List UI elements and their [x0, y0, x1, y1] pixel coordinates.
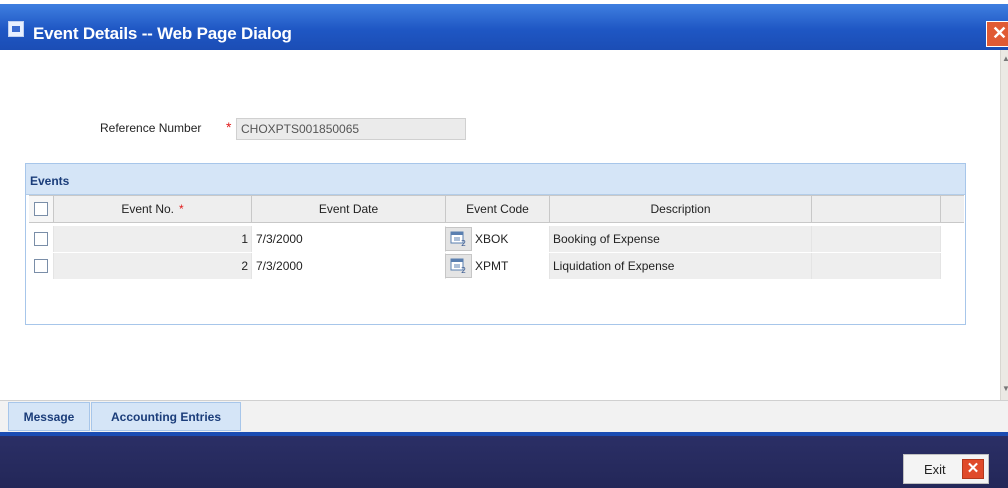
select-all-checkbox[interactable]	[34, 202, 48, 216]
column-header-event-date[interactable]: Event Date	[252, 196, 446, 222]
event-date-cell[interactable]: 7/3/2000	[252, 253, 446, 279]
event-code-cell: XPMT	[472, 253, 550, 279]
table-row[interactable]: 2 7/3/2000 2 XPMT Liquidation of Expense	[29, 253, 964, 279]
select-all-cell	[29, 196, 54, 222]
column-header-event-code[interactable]: Event Code	[446, 196, 550, 222]
required-indicator: *	[179, 202, 184, 216]
calendar-icon: 2	[450, 258, 466, 274]
title-bar: Event Details -- Web Page Dialog ✕	[0, 0, 1008, 50]
event-code-cell: XBOK	[472, 226, 550, 252]
reference-number-field[interactable]	[236, 118, 466, 140]
window-title: Event Details -- Web Page Dialog	[33, 24, 292, 43]
column-header-blank	[812, 196, 941, 222]
footer-bar: Exit ✕	[0, 436, 1008, 488]
window-app-icon	[8, 21, 24, 37]
blank-cell	[812, 253, 941, 279]
description-cell: Booking of Expense	[550, 226, 812, 252]
svg-text:2: 2	[461, 239, 466, 247]
calendar-button[interactable]: 2	[445, 254, 472, 278]
event-code-header-label: Event Code	[466, 202, 529, 216]
event-date-header-label: Event Date	[318, 202, 379, 216]
row-select-cell	[29, 253, 54, 279]
tab-message[interactable]: Message	[8, 402, 90, 431]
vertical-scrollbar[interactable]: ▲ ▼	[1000, 50, 1008, 400]
scroll-down-arrow-icon[interactable]: ▼	[1002, 384, 1008, 394]
events-header: Events	[26, 164, 965, 195]
bottom-tab-strip: Message Accounting Entries	[0, 400, 1008, 433]
column-header-event-no[interactable]: Event No. *	[54, 196, 252, 222]
exit-icon: ✕	[962, 459, 984, 479]
row-select-cell	[29, 226, 54, 252]
calendar-icon: 2	[450, 231, 466, 247]
event-no-header-label: Event No.	[121, 202, 175, 216]
required-indicator: *	[226, 119, 232, 135]
row-checkbox[interactable]	[34, 232, 48, 246]
exit-button[interactable]: Exit ✕	[903, 454, 989, 484]
reference-number-label: Reference Number	[100, 121, 202, 135]
event-no-cell: 1	[54, 226, 252, 252]
scroll-up-arrow-icon[interactable]: ▲	[1002, 54, 1008, 64]
description-cell: Liquidation of Expense	[550, 253, 812, 279]
row-checkbox[interactable]	[34, 259, 48, 273]
svg-text:2: 2	[461, 266, 466, 274]
tab-accounting-entries[interactable]: Accounting Entries	[91, 402, 241, 431]
calendar-button[interactable]: 2	[445, 227, 472, 251]
events-panel: Events Event No. * Event Date Event Code …	[25, 163, 966, 325]
exit-button-label: Exit	[924, 462, 946, 477]
blank-cell	[812, 226, 941, 252]
events-section-title: Events	[30, 174, 70, 188]
description-header-label: Description	[650, 202, 711, 216]
column-header-description[interactable]: Description	[550, 196, 812, 222]
close-icon[interactable]: ✕	[986, 21, 1008, 47]
grid-header-row: Event No. * Event Date Event Code Descrip…	[29, 195, 964, 223]
table-row[interactable]: 1 7/3/2000 2 XBOK Booking of Expense	[29, 226, 964, 252]
event-date-cell[interactable]: 7/3/2000	[252, 226, 446, 252]
event-no-cell: 2	[54, 253, 252, 279]
